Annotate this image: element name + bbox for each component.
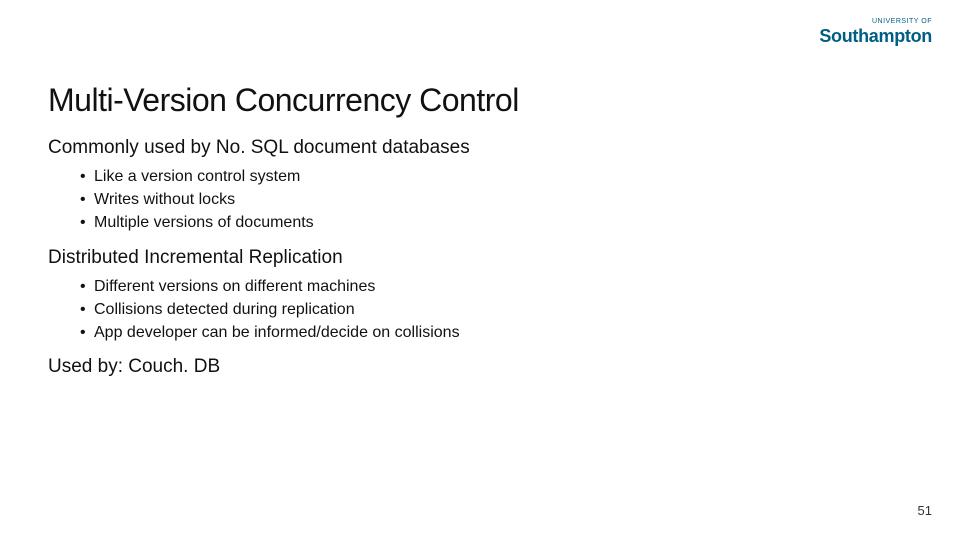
slide-title: Multi-Version Concurrency Control [48, 82, 912, 119]
list-item: Different versions on different machines [80, 275, 912, 298]
logo-name: Southampton [819, 27, 932, 45]
slide: UNIVERSITY OF Southampton Multi-Version … [0, 0, 960, 540]
list-item: App developer can be informed/decide on … [80, 321, 912, 344]
bullet-list: Different versions on different machines… [80, 275, 912, 345]
slide-content: Multi-Version Concurrency Control Common… [48, 82, 912, 378]
list-item: Like a version control system [80, 165, 912, 188]
section-heading: Distributed Incremental Replication [48, 247, 912, 269]
university-logo: UNIVERSITY OF Southampton [819, 18, 932, 45]
used-by-line: Used by: Couch. DB [48, 356, 912, 378]
logo-prefix: UNIVERSITY OF [819, 18, 932, 25]
section-heading: Commonly used by No. SQL document databa… [48, 137, 912, 159]
list-item: Multiple versions of documents [80, 211, 912, 234]
page-number: 51 [918, 503, 932, 518]
list-item: Writes without locks [80, 188, 912, 211]
list-item: Collisions detected during replication [80, 298, 912, 321]
bullet-list: Like a version control system Writes wit… [80, 165, 912, 235]
